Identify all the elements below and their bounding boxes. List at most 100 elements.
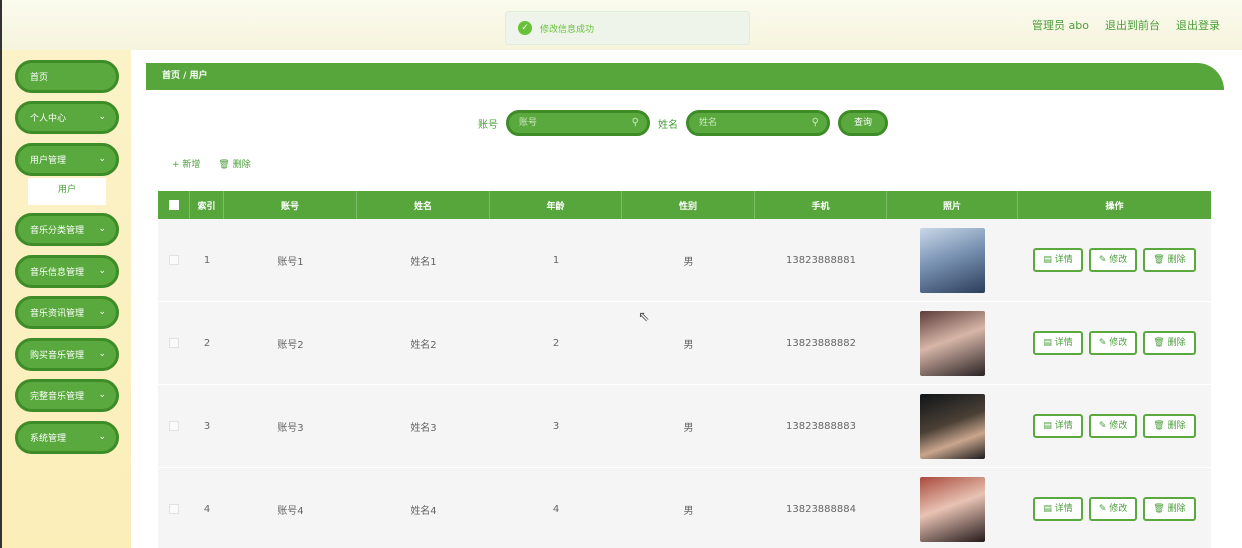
edit-button[interactable]: ✎ 修改 xyxy=(1088,414,1138,438)
select-all-checkbox[interactable] xyxy=(168,200,179,210)
table-row: 4 账号4 姓名4 4 男 13823888884 ▤ 详情 ✎ 修改 🗑 删除 xyxy=(158,468,1211,548)
column-header: 姓名 xyxy=(357,191,490,219)
row-checkbox[interactable] xyxy=(169,338,179,348)
row-checkbox[interactable] xyxy=(169,421,179,431)
cell-age: 3 xyxy=(552,420,560,432)
user-photo xyxy=(920,310,985,376)
cell-phone: 13823888883 xyxy=(786,420,856,432)
user-photo xyxy=(920,393,985,459)
pencil-icon: ✎ xyxy=(1098,338,1107,348)
toast-message: 修改信息成功 xyxy=(540,24,595,35)
detail-button[interactable]: ▤ 详情 xyxy=(1033,497,1083,521)
search-bar: 账号 账号 ⚲ 姓名 姓名 ⚲ 查询 xyxy=(478,110,888,136)
check-circle-icon: ✓ xyxy=(518,21,532,35)
delete-label: 删除 xyxy=(1167,421,1186,431)
edit-label: 修改 xyxy=(1109,504,1128,514)
chevron-down-icon: ⌄ xyxy=(98,390,106,400)
sidebar-item-label: 用户管理 xyxy=(30,156,67,166)
sidebar-item-user-management[interactable]: 用户管理 ⌄ xyxy=(15,143,119,176)
detail-button[interactable]: ▤ 详情 xyxy=(1033,414,1083,438)
sidebar-item-music-news[interactable]: 音乐资讯管理 ⌄ xyxy=(15,296,119,329)
cell-account: 账号4 xyxy=(277,505,304,517)
column-header: 年龄 xyxy=(490,191,622,219)
detail-label: 详情 xyxy=(1054,421,1073,431)
table-header: 索引 账号 姓名 年龄 性别 手机 照片 操作 xyxy=(158,191,1211,219)
add-button[interactable]: + 新增 xyxy=(172,157,200,170)
account-search-input[interactable]: 账号 ⚲ xyxy=(506,110,650,136)
trash-icon: 🗑 xyxy=(1153,421,1165,431)
detail-button[interactable]: ▤ 详情 xyxy=(1033,248,1083,272)
chevron-down-icon: ⌄ xyxy=(98,224,106,234)
cell-index: 3 xyxy=(203,420,211,432)
name-search-input[interactable]: 姓名 ⚲ xyxy=(686,110,830,136)
sidebar-subitem-users[interactable]: 用户 xyxy=(28,178,106,205)
sidebar-item-system[interactable]: 系统管理 ⌄ xyxy=(15,421,119,454)
column-header: 操作 xyxy=(1105,201,1124,212)
batch-delete-button[interactable]: 🗑 删除 xyxy=(218,157,250,170)
cell-gender: 男 xyxy=(683,422,694,434)
sidebar-item-home[interactable]: 首页 xyxy=(15,60,119,93)
column-header: 索引 xyxy=(190,191,224,219)
chevron-down-icon: ⌄ xyxy=(98,266,106,276)
edit-button[interactable]: ✎ 修改 xyxy=(1088,248,1138,272)
logout-link[interactable]: 退出登录 xyxy=(1176,17,1220,33)
exit-to-front-link[interactable]: 退出到前台 xyxy=(1105,17,1160,33)
sidebar-item-profile[interactable]: 个人中心 ⌄ xyxy=(15,101,119,134)
sidebar-item-label: 完整音乐管理 xyxy=(30,392,85,402)
row-checkbox[interactable] xyxy=(169,255,179,265)
pencil-icon: ✎ xyxy=(1098,504,1107,514)
chevron-down-icon: ⌄ xyxy=(98,349,106,359)
breadcrumb: 首页 / 用户 xyxy=(146,63,1224,90)
delete-button[interactable]: 🗑 删除 xyxy=(1143,331,1196,355)
cell-age: 4 xyxy=(552,503,560,515)
name-label: 姓名 xyxy=(658,119,678,131)
document-icon: ▤ xyxy=(1043,504,1052,514)
column-header: 账号 xyxy=(224,191,357,219)
edit-button[interactable]: ✎ 修改 xyxy=(1088,331,1138,355)
column-header: 手机 xyxy=(755,191,887,219)
query-button[interactable]: 查询 xyxy=(838,110,888,136)
batch-delete-label: 删除 xyxy=(232,160,251,170)
pencil-icon: ✎ xyxy=(1098,255,1107,265)
delete-label: 删除 xyxy=(1167,338,1186,348)
cell-account: 账号3 xyxy=(277,422,304,434)
sidebar-item-label: 购买音乐管理 xyxy=(30,351,85,361)
sidebar-item-purchase-music[interactable]: 购买音乐管理 ⌄ xyxy=(15,338,119,371)
trash-icon: 🗑 xyxy=(1153,255,1165,265)
sidebar-item-label: 系统管理 xyxy=(30,434,67,444)
detail-button[interactable]: ▤ 详情 xyxy=(1033,331,1083,355)
sidebar-item-full-music[interactable]: 完整音乐管理 ⌄ xyxy=(15,379,119,412)
chevron-down-icon: ⌄ xyxy=(98,154,106,164)
cell-age: 1 xyxy=(552,254,560,266)
trash-icon: 🗑 xyxy=(218,160,230,170)
mouse-cursor-icon: ⇖ xyxy=(638,309,650,325)
sidebar-item-music-info[interactable]: 音乐信息管理 ⌄ xyxy=(15,255,119,288)
search-icon: ⚲ xyxy=(811,117,819,128)
chevron-down-icon: ⌄ xyxy=(98,307,106,317)
edit-button[interactable]: ✎ 修改 xyxy=(1088,497,1138,521)
search-icon: ⚲ xyxy=(631,117,639,128)
account-label: 账号 xyxy=(478,119,498,131)
detail-label: 详情 xyxy=(1054,338,1073,348)
document-icon: ▤ xyxy=(1043,421,1052,431)
document-icon: ▤ xyxy=(1043,255,1052,265)
user-photo xyxy=(920,476,985,542)
sidebar-item-label: 个人中心 xyxy=(30,114,67,124)
delete-button[interactable]: 🗑 删除 xyxy=(1143,248,1196,272)
cell-account: 账号2 xyxy=(277,339,304,351)
cell-name: 姓名1 xyxy=(410,256,437,268)
delete-button[interactable]: 🗑 删除 xyxy=(1143,414,1196,438)
trash-icon: 🗑 xyxy=(1153,338,1165,348)
table-row: 1 账号1 姓名1 1 男 13823888881 ▤ 详情 ✎ 修改 🗑 删除 xyxy=(158,219,1211,302)
row-checkbox[interactable] xyxy=(169,504,179,514)
delete-label: 删除 xyxy=(1167,255,1186,265)
sidebar-item-music-category[interactable]: 音乐分类管理 ⌄ xyxy=(15,213,119,246)
document-icon: ▤ xyxy=(1043,338,1052,348)
cell-index: 1 xyxy=(203,254,211,266)
cell-name: 姓名4 xyxy=(410,505,437,517)
column-header: 照片 xyxy=(887,191,1018,219)
sidebar-item-label: 首页 xyxy=(30,73,49,83)
detail-label: 详情 xyxy=(1054,504,1073,514)
users-table: 索引 账号 姓名 年龄 性别 手机 照片 操作 1 账号1 姓名1 1 男 13… xyxy=(158,191,1211,548)
delete-button[interactable]: 🗑 删除 xyxy=(1143,497,1196,521)
